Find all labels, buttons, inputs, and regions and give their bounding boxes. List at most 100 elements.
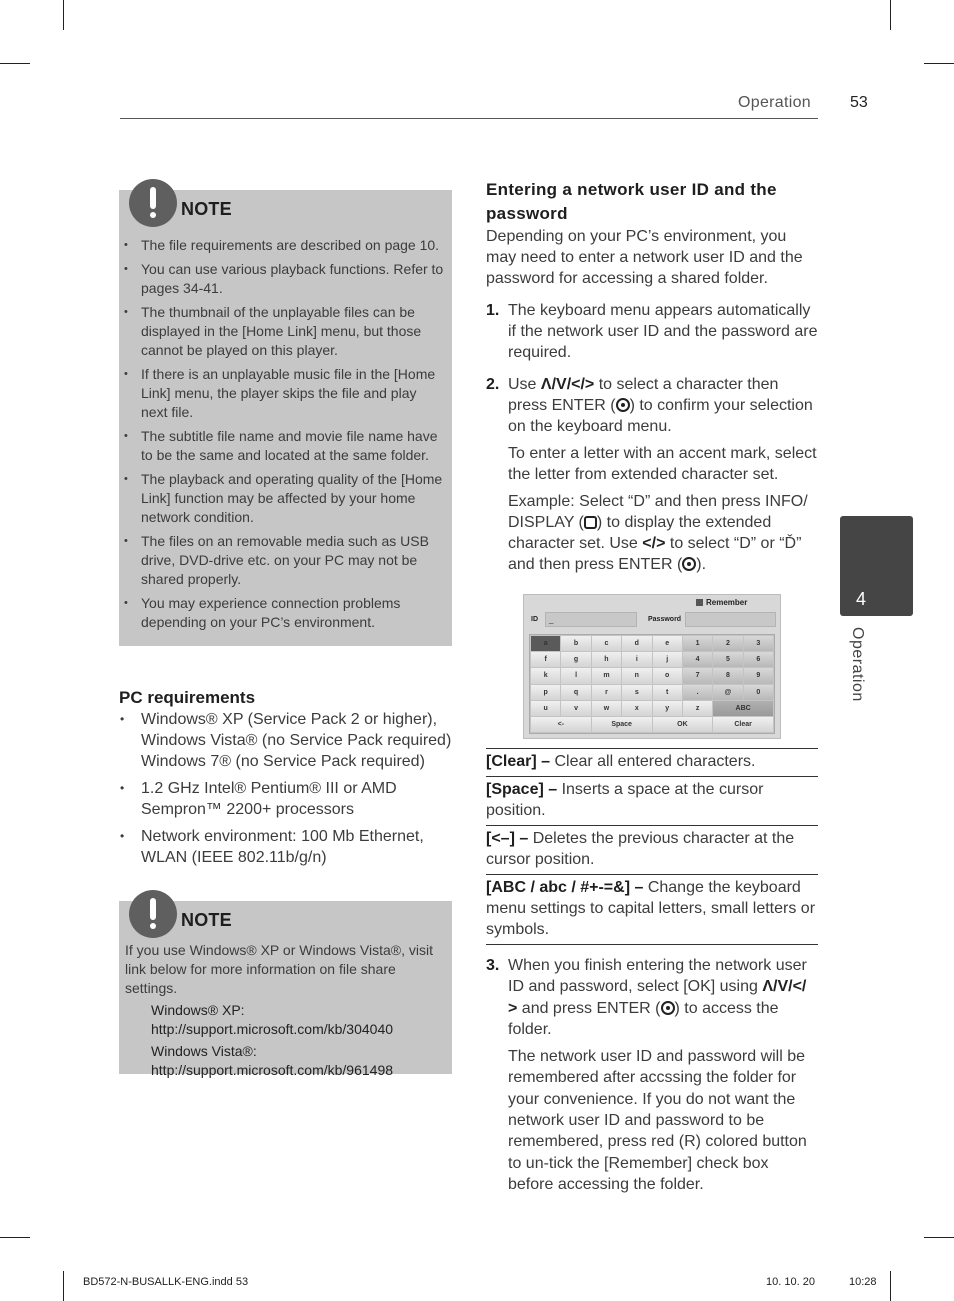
definition-term: [ABC / abc / #+-=&] – [486,879,644,896]
id-label: ID [531,616,538,623]
key[interactable]: t [652,684,682,700]
id-field[interactable]: _ [545,612,637,627]
step-number: 1. [486,302,500,319]
chapter-label: Operation [849,627,866,702]
key[interactable]: j [652,652,682,668]
note-item: The file requirements are described on p… [119,236,444,255]
header-rule [120,118,818,119]
key[interactable]: z [682,700,713,716]
step-1: 1. The keyboard menu appears automatical… [486,300,818,363]
key[interactable]: i [622,652,652,668]
note-item: The files on an removable media such as … [119,532,444,589]
requirement-item: Windows® XP (Service Pack 2 or higher), … [119,709,454,772]
requirement-item: 1.2 GHz Intel® Pentium® III or AMD Sempr… [119,778,454,820]
key[interactable]: g [561,652,591,668]
key[interactable]: l [561,668,591,684]
display-button-icon [583,516,597,529]
step-text: When you finish entering the network use… [508,955,818,1040]
key[interactable]: a [531,636,561,652]
key[interactable]: 3 [743,636,773,652]
key[interactable]: 1 [682,636,713,652]
definition-term: [Space] – [486,781,558,798]
chapter-number: 4 [856,589,867,609]
abc-toggle-key[interactable]: ABC [713,700,773,716]
key[interactable]: 8 [713,668,743,684]
key[interactable]: 4 [682,652,713,668]
backspace-key[interactable]: <- [531,716,591,732]
exclamation-icon [129,890,177,938]
key[interactable]: x [622,700,652,716]
link-url-xp[interactable]: http://support.microsoft.com/kb/304040 [125,1020,446,1039]
key[interactable]: r [591,684,622,700]
key[interactable]: 7 [682,668,713,684]
slug-filename: BD572-N-BUSALLK-ENG.indd 53 [83,1276,249,1288]
key[interactable]: 2 [713,636,743,652]
definition-term: [Clear] – [486,753,551,770]
note-intro: If you use Windows® XP or Windows Vista®… [125,942,433,996]
definition-backspace: [<–] – Deletes the previous character at… [486,825,818,874]
crop-mark [924,63,954,64]
ok-key[interactable]: OK [652,716,713,732]
key[interactable]: 5 [713,652,743,668]
pc-requirements-section: PC requirements Windows® XP (Service Pac… [119,688,454,874]
page-number: 53 [850,94,868,111]
remember-checkbox[interactable]: Remember [696,598,747,607]
key[interactable]: w [591,700,622,716]
key[interactable]: u [531,700,561,716]
key[interactable]: d [622,636,652,652]
key[interactable]: o [652,668,682,684]
step-note: The network user ID and password will be… [508,1048,807,1193]
network-user-id-section: Entering a network user ID and the passw… [486,178,818,575]
key[interactable]: f [531,652,561,668]
space-key[interactable]: Space [591,716,652,732]
step-2: 2. Use Λ/V/</> to select a character the… [486,374,818,575]
link-label-xp: Windows® XP: [151,1002,245,1018]
slug-date: 10. 10. 20 [766,1276,815,1288]
key[interactable]: 6 [743,652,773,668]
key-definitions: [Clear] – Clear all entered characters. … [486,748,818,945]
section-heading: Entering a network user ID and the passw… [486,180,777,223]
note-item: The subtitle file name and movie file na… [119,427,444,465]
crop-mark [890,0,891,30]
key[interactable]: @ [713,684,743,700]
text-span: Use [508,376,537,393]
definition-space: [Space] – Inserts a space at the cursor … [486,776,818,825]
key[interactable]: q [561,684,591,700]
key[interactable]: m [591,668,622,684]
note-item: If there is an unplayable music file in … [119,365,444,422]
note-item: You may experience connection problems d… [119,594,444,632]
key[interactable]: y [652,700,682,716]
key[interactable]: b [561,636,591,652]
crop-mark [63,1271,64,1301]
note-item: The playback and operating quality of th… [119,470,444,527]
note-item: You can use various playback functions. … [119,260,444,298]
key[interactable]: h [591,652,622,668]
key[interactable]: p [531,684,561,700]
pc-requirements-heading: PC requirements [119,688,256,707]
arrow-keys-icon: Λ/V/</> [540,376,595,393]
key[interactable]: . [682,684,713,700]
key[interactable]: 0 [743,684,773,700]
note-title: NOTE [181,199,232,219]
link-url-vista[interactable]: http://support.microsoft.com/kb/961498 [125,1061,446,1080]
step-3: 3. When you finish entering the network … [486,955,818,1195]
note-title: NOTE [181,910,232,930]
step-number: 3. [486,957,500,974]
key[interactable]: c [591,636,622,652]
key[interactable]: 9 [743,668,773,684]
enter-button-icon [660,1000,675,1015]
key[interactable]: s [622,684,652,700]
password-field[interactable] [685,612,776,627]
note-list: The file requirements are described on p… [119,236,444,632]
clear-key[interactable]: Clear [713,716,773,732]
step-example: Example: Select “D” and then press INFO/… [508,491,818,575]
key[interactable]: k [531,668,561,684]
key[interactable]: v [561,700,591,716]
enter-button-icon [682,557,697,571]
key[interactable]: e [652,636,682,652]
step-3-body: 3. When you finish entering the network … [486,955,818,1195]
text-span: and press ENTER ( [517,999,661,1017]
chapter-tab: 4 [840,516,913,616]
text-span: ). [696,556,707,573]
key[interactable]: n [622,668,652,684]
